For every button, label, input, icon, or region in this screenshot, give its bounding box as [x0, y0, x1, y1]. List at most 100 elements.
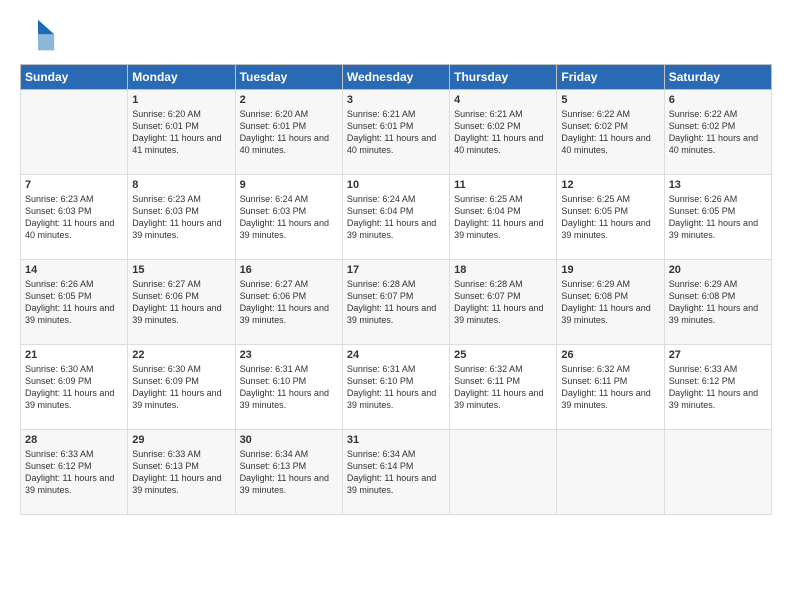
calendar-cell: 20 Sunrise: 6:29 AMSunset: 6:08 PMDayligh…: [664, 260, 771, 345]
day-number: 23: [240, 349, 338, 361]
day-number: 21: [25, 349, 123, 361]
cell-info: Sunrise: 6:33 AMSunset: 6:12 PMDaylight:…: [669, 363, 767, 412]
cell-info: Sunrise: 6:26 AMSunset: 6:05 PMDaylight:…: [25, 278, 123, 327]
calendar-cell: 16 Sunrise: 6:27 AMSunset: 6:06 PMDayligh…: [235, 260, 342, 345]
cell-info: Sunrise: 6:23 AMSunset: 6:03 PMDaylight:…: [25, 193, 123, 242]
calendar-cell: 14Sunrise: 6:26 AMSunset: 6:05 PMDayligh…: [21, 260, 128, 345]
cell-info: Sunrise: 6:33 AMSunset: 6:12 PMDaylight:…: [25, 448, 123, 497]
day-number: 25: [454, 349, 552, 361]
calendar-cell: 10 Sunrise: 6:24 AMSunset: 6:04 PMDayligh…: [342, 175, 449, 260]
calendar-cell: 5 Sunrise: 6:22 AMSunset: 6:02 PMDaylight…: [557, 90, 664, 175]
day-number: 5: [561, 94, 659, 106]
header-day-friday: Friday: [557, 65, 664, 90]
calendar-cell: 19 Sunrise: 6:29 AMSunset: 6:08 PMDayligh…: [557, 260, 664, 345]
calendar-cell: 18 Sunrise: 6:28 AMSunset: 6:07 PMDayligh…: [450, 260, 557, 345]
cell-info: Sunrise: 6:23 AMSunset: 6:03 PMDaylight:…: [132, 193, 230, 242]
cell-info: Sunrise: 6:27 AMSunset: 6:06 PMDaylight:…: [240, 278, 338, 327]
calendar-cell: 8 Sunrise: 6:23 AMSunset: 6:03 PMDaylight…: [128, 175, 235, 260]
calendar-cell: 22 Sunrise: 6:30 AMSunset: 6:09 PMDayligh…: [128, 345, 235, 430]
calendar-cell: 21 Sunrise: 6:30 AMSunset: 6:09 PMDayligh…: [21, 345, 128, 430]
calendar-cell: [450, 430, 557, 515]
day-number: 16: [240, 264, 338, 276]
calendar-cell: 27 Sunrise: 6:33 AMSunset: 6:12 PMDayligh…: [664, 345, 771, 430]
calendar-cell: 2 Sunrise: 6:20 AMSunset: 6:01 PMDaylight…: [235, 90, 342, 175]
cell-info: Sunrise: 6:30 AMSunset: 6:09 PMDaylight:…: [132, 363, 230, 412]
cell-info: Sunrise: 6:34 AMSunset: 6:14 PMDaylight:…: [347, 448, 445, 497]
header-day-monday: Monday: [128, 65, 235, 90]
day-number: 17: [347, 264, 445, 276]
calendar-cell: 29Sunrise: 6:33 AMSunset: 6:13 PMDayligh…: [128, 430, 235, 515]
calendar-cell: 15 Sunrise: 6:27 AMSunset: 6:06 PMDayligh…: [128, 260, 235, 345]
week-row-4: 28 Sunrise: 6:33 AMSunset: 6:12 PMDayligh…: [21, 430, 772, 515]
week-row-1: 7 Sunrise: 6:23 AMSunset: 6:03 PMDaylight…: [21, 175, 772, 260]
day-number: 30: [240, 434, 338, 446]
cell-info: Sunrise: 6:32 AMSunset: 6:11 PMDaylight:…: [561, 363, 659, 412]
cell-info: Sunrise: 6:32 AMSunset: 6:11 PMDaylight:…: [454, 363, 552, 412]
calendar-cell: [557, 430, 664, 515]
calendar-cell: 23 Sunrise: 6:31 AMSunset: 6:10 PMDayligh…: [235, 345, 342, 430]
cell-info: Sunrise: 6:28 AMSunset: 6:07 PMDaylight:…: [454, 278, 552, 327]
day-number: 6: [669, 94, 767, 106]
day-number: 24: [347, 349, 445, 361]
week-row-0: 1 Sunrise: 6:20 AMSunset: 6:01 PMDaylight…: [21, 90, 772, 175]
week-row-2: 14Sunrise: 6:26 AMSunset: 6:05 PMDayligh…: [21, 260, 772, 345]
calendar-cell: 13 Sunrise: 6:26 AMSunset: 6:05 PMDayligh…: [664, 175, 771, 260]
cell-info: Sunrise: 6:22 AMSunset: 6:02 PMDaylight:…: [561, 108, 659, 157]
cell-info: Sunrise: 6:31 AMSunset: 6:10 PMDaylight:…: [240, 363, 338, 412]
day-number: 7: [25, 179, 123, 191]
calendar-cell: 26 Sunrise: 6:32 AMSunset: 6:11 PMDayligh…: [557, 345, 664, 430]
cell-info: Sunrise: 6:25 AMSunset: 6:05 PMDaylight:…: [561, 193, 659, 242]
day-number: 28: [25, 434, 123, 446]
cell-info: Sunrise: 6:22 AMSunset: 6:02 PMDaylight:…: [669, 108, 767, 157]
day-number: 19: [561, 264, 659, 276]
day-number: 13: [669, 179, 767, 191]
header-day-saturday: Saturday: [664, 65, 771, 90]
calendar-cell: 3Sunrise: 6:21 AMSunset: 6:01 PMDaylight…: [342, 90, 449, 175]
week-row-3: 21 Sunrise: 6:30 AMSunset: 6:09 PMDayligh…: [21, 345, 772, 430]
day-number: 12: [561, 179, 659, 191]
cell-info: Sunrise: 6:34 AMSunset: 6:13 PMDaylight:…: [240, 448, 338, 497]
calendar-cell: 9Sunrise: 6:24 AMSunset: 6:03 PMDaylight…: [235, 175, 342, 260]
day-number: 1: [132, 94, 230, 106]
calendar-cell: 31 Sunrise: 6:34 AMSunset: 6:14 PMDayligh…: [342, 430, 449, 515]
day-number: 20: [669, 264, 767, 276]
calendar-cell: 1 Sunrise: 6:20 AMSunset: 6:01 PMDaylight…: [128, 90, 235, 175]
day-number: 11: [454, 179, 552, 191]
cell-info: Sunrise: 6:26 AMSunset: 6:05 PMDaylight:…: [669, 193, 767, 242]
cell-info: Sunrise: 6:27 AMSunset: 6:06 PMDaylight:…: [132, 278, 230, 327]
day-number: 10: [347, 179, 445, 191]
calendar-cell: 17Sunrise: 6:28 AMSunset: 6:07 PMDayligh…: [342, 260, 449, 345]
logo-icon: [20, 18, 56, 54]
calendar-cell: 6 Sunrise: 6:22 AMSunset: 6:02 PMDaylight…: [664, 90, 771, 175]
day-number: 2: [240, 94, 338, 106]
cell-info: Sunrise: 6:29 AMSunset: 6:08 PMDaylight:…: [561, 278, 659, 327]
cell-info: Sunrise: 6:24 AMSunset: 6:04 PMDaylight:…: [347, 193, 445, 242]
calendar-cell: 12 Sunrise: 6:25 AMSunset: 6:05 PMDayligh…: [557, 175, 664, 260]
calendar-cell: 28 Sunrise: 6:33 AMSunset: 6:12 PMDayligh…: [21, 430, 128, 515]
calendar-cell: 11 Sunrise: 6:25 AMSunset: 6:04 PMDayligh…: [450, 175, 557, 260]
cell-info: Sunrise: 6:31 AMSunset: 6:10 PMDaylight:…: [347, 363, 445, 412]
day-number: 31: [347, 434, 445, 446]
day-number: 15: [132, 264, 230, 276]
cell-info: Sunrise: 6:20 AMSunset: 6:01 PMDaylight:…: [240, 108, 338, 157]
calendar-cell: 30 Sunrise: 6:34 AMSunset: 6:13 PMDayligh…: [235, 430, 342, 515]
calendar-cell: 24 Sunrise: 6:31 AMSunset: 6:10 PMDayligh…: [342, 345, 449, 430]
day-number: 27: [669, 349, 767, 361]
calendar-cell: [21, 90, 128, 175]
header-day-thursday: Thursday: [450, 65, 557, 90]
header-row: SundayMondayTuesdayWednesdayThursdayFrid…: [21, 65, 772, 90]
calendar-cell: [664, 430, 771, 515]
calendar-cell: 7 Sunrise: 6:23 AMSunset: 6:03 PMDaylight…: [21, 175, 128, 260]
cell-info: Sunrise: 6:20 AMSunset: 6:01 PMDaylight:…: [132, 108, 230, 157]
day-number: 18: [454, 264, 552, 276]
cell-info: Sunrise: 6:24 AMSunset: 6:03 PMDaylight:…: [240, 193, 338, 242]
day-number: 8: [132, 179, 230, 191]
cell-info: Sunrise: 6:25 AMSunset: 6:04 PMDaylight:…: [454, 193, 552, 242]
day-number: 22: [132, 349, 230, 361]
header-day-wednesday: Wednesday: [342, 65, 449, 90]
cell-info: Sunrise: 6:29 AMSunset: 6:08 PMDaylight:…: [669, 278, 767, 327]
day-number: 26: [561, 349, 659, 361]
calendar-cell: 25 Sunrise: 6:32 AMSunset: 6:11 PMDayligh…: [450, 345, 557, 430]
logo: [20, 18, 62, 54]
cell-info: Sunrise: 6:30 AMSunset: 6:09 PMDaylight:…: [25, 363, 123, 412]
